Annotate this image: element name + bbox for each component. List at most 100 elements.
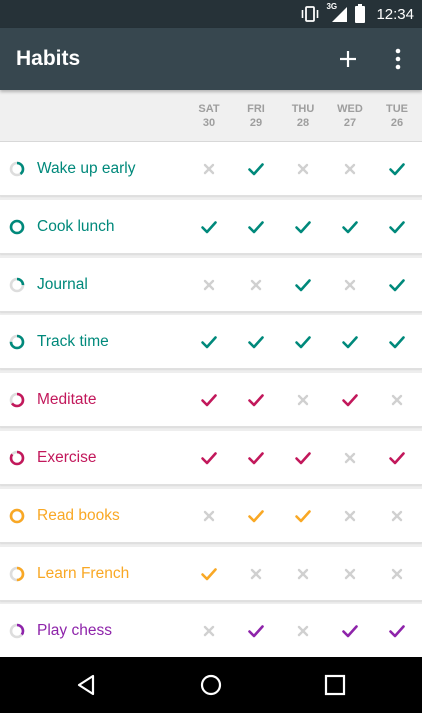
cross-icon[interactable] [387,506,407,526]
checkmark-icon[interactable] [199,390,219,410]
day-date: 28 [296,117,310,129]
status-icons: 3G 12:34 [300,0,414,28]
habit-row[interactable]: Exercise [0,431,422,485]
cross-icon[interactable] [293,159,313,179]
day-date: 29 [249,117,263,129]
checkmark-icon[interactable] [387,159,407,179]
habit-name[interactable]: Cook lunch [37,200,115,254]
cross-icon[interactable] [246,564,266,584]
home-icon[interactable] [197,671,225,699]
habit-row[interactable]: Learn French [0,546,422,601]
checkmark-icon[interactable] [199,332,219,352]
cross-icon[interactable] [199,275,219,295]
cross-icon[interactable] [340,448,360,468]
app-bar: Habits [0,28,422,90]
cross-icon[interactable] [387,390,407,410]
checkmark-icon[interactable] [293,448,313,468]
habit-name[interactable]: Track time [37,315,109,369]
checkmark-icon[interactable] [340,332,360,352]
checkmark-icon[interactable] [387,275,407,295]
habit-name[interactable]: Exercise [37,431,96,485]
habit-score-ring-icon [9,277,25,292]
habit-name[interactable]: Play chess [37,604,112,658]
signal-icon: 3G [326,2,348,23]
network-type: 3G [326,2,338,11]
more-vert-icon[interactable] [380,41,416,77]
checkmark-icon[interactable] [293,332,313,352]
habit-name[interactable]: Learn French [37,547,129,601]
habit-name[interactable]: Read books [37,489,120,543]
navigation-bar [0,657,422,713]
checkmark-icon[interactable] [340,217,360,237]
habit-score-ring-icon [9,335,25,350]
cross-icon[interactable] [293,564,313,584]
cross-icon[interactable] [340,506,360,526]
habit-name[interactable]: Wake up early [37,142,136,196]
checkmark-icon[interactable] [199,217,219,237]
checkmark-icon[interactable] [387,621,407,641]
checkmark-icon[interactable] [246,159,266,179]
checkmark-icon[interactable] [246,506,266,526]
status-bar: 3G 12:34 [0,0,422,28]
checkmark-icon[interactable] [246,621,266,641]
checkmark-icon[interactable] [199,564,219,584]
page-title: Habits [16,47,81,70]
habit-row[interactable]: Read books [0,488,422,543]
day-column-header: FRI 29 [233,102,279,130]
habit-row[interactable]: Play chess [0,604,422,659]
day-weekday: FRI [247,103,265,115]
cross-icon[interactable] [340,159,360,179]
cross-icon[interactable] [387,564,407,584]
cross-icon[interactable] [246,275,266,295]
checkmark-icon[interactable] [199,448,219,468]
cross-icon[interactable] [199,159,219,179]
habit-score-ring-icon [9,219,25,235]
habit-row[interactable]: Wake up early [0,142,422,196]
cross-icon[interactable] [340,564,360,584]
habit-name[interactable]: Meditate [37,373,96,427]
habit-score-ring-icon [9,624,25,639]
checkmark-icon[interactable] [293,275,313,295]
cross-icon[interactable] [293,390,313,410]
day-column-header: TUE 26 [374,102,420,130]
back-icon[interactable] [73,671,101,699]
habit-score-ring-icon [9,450,25,466]
checkmark-icon[interactable] [340,621,360,641]
cross-icon[interactable] [199,506,219,526]
day-column-header: WED 27 [327,102,373,130]
add-icon[interactable] [330,41,366,77]
day-header: SAT 30 FRI 29 THU 28 WED 27 TUE 26 [0,90,422,142]
vibrate-icon [302,6,319,22]
habit-score-ring-icon [9,508,25,524]
day-weekday: SAT [198,103,220,115]
day-weekday: THU [291,103,315,115]
habit-row[interactable]: Cook lunch [0,199,422,254]
clock: 12:34 [376,5,414,23]
habit-score-ring-icon [9,161,25,177]
habit-name[interactable]: Journal [37,258,88,312]
habit-row[interactable]: Journal [0,257,422,312]
checkmark-icon[interactable] [246,217,266,237]
day-date: 30 [202,117,216,129]
day-column-header: THU 28 [280,102,326,130]
habit-score-ring-icon [9,392,25,408]
checkmark-icon[interactable] [387,217,407,237]
checkmark-icon[interactable] [246,448,266,468]
habit-score-ring-icon [9,566,25,581]
cross-icon[interactable] [293,621,313,641]
day-date: 26 [390,117,404,129]
checkmark-icon[interactable] [340,390,360,410]
checkmark-icon[interactable] [246,390,266,410]
cross-icon[interactable] [340,275,360,295]
day-weekday: TUE [386,103,408,115]
habit-row[interactable]: Meditate [0,373,422,428]
checkmark-icon[interactable] [246,332,266,352]
checkmark-icon[interactable] [387,332,407,352]
checkmark-icon[interactable] [293,217,313,237]
cross-icon[interactable] [199,621,219,641]
habit-row[interactable]: Track time [0,315,422,370]
recents-icon[interactable] [321,671,349,699]
checkmark-icon[interactable] [293,506,313,526]
checkmark-icon[interactable] [387,448,407,468]
day-column-header: SAT 30 [186,102,232,130]
